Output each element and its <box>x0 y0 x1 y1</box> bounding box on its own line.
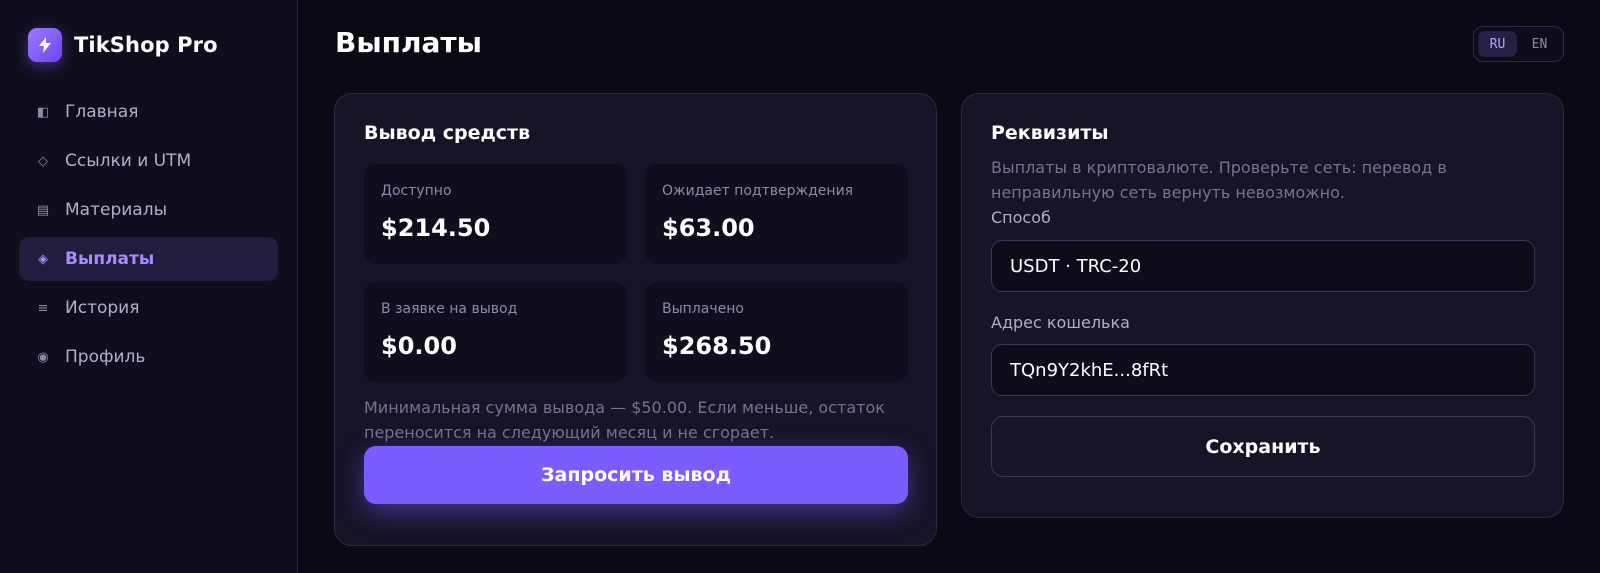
sidebar-item-history[interactable]: ≡ История <box>19 286 278 330</box>
page-title: Выплаты <box>335 26 482 59</box>
sidebar-nav: ◧ Главная ◇ Ссылки и UTM ▤ Материалы ◈ В… <box>19 90 278 384</box>
sidebar-item-payouts[interactable]: ◈ Выплаты <box>19 237 278 281</box>
sidebar-item-label: Материалы <box>65 200 167 220</box>
stat-value: $0.00 <box>381 332 457 360</box>
withdraw-title: Вывод средств <box>364 122 531 144</box>
sidebar-item-label: Выплаты <box>65 249 155 269</box>
withdraw-card: Вывод средств Доступно $214.50 Ожидает п… <box>334 93 937 546</box>
sidebar-item-links-utm[interactable]: ◇ Ссылки и UTM <box>19 139 278 183</box>
wallet-label: Адрес кошелька <box>991 313 1130 332</box>
stat-label: Ожидает подтверждения <box>662 183 854 199</box>
lang-en-button[interactable]: EN <box>1520 31 1559 57</box>
requisites-card: Реквизиты Выплаты в криптовалюте. Провер… <box>961 93 1564 518</box>
stat-value: $214.50 <box>381 214 491 242</box>
stat-pending: Ожидает подтверждения $63.00 <box>645 164 908 264</box>
language-switcher: RU EN <box>1473 26 1564 62</box>
stat-available: Доступно $214.50 <box>364 164 627 264</box>
stat-label: Доступно <box>381 183 452 199</box>
diamond-outline-icon: ◇ <box>38 153 48 169</box>
sidebar-item-label: История <box>65 298 140 318</box>
lightning-icon <box>28 28 62 62</box>
sidebar: TikShop Pro ◧ Главная ◇ Ссылки и UTM ▤ М… <box>0 0 298 573</box>
min-withdraw-note: Минимальная сумма вывода — $50.00. Если … <box>364 398 885 442</box>
stat-value: $63.00 <box>662 214 755 242</box>
stat-paid: Выплачено $268.50 <box>645 282 908 382</box>
method-label: Способ <box>991 208 1051 227</box>
sidebar-item-label: Ссылки и UTM <box>65 151 192 171</box>
save-button[interactable]: Сохранить <box>991 416 1535 477</box>
materials-icon: ▤ <box>36 202 50 218</box>
sidebar-item-materials[interactable]: ▤ Материалы <box>19 188 278 232</box>
sidebar-item-label: Главная <box>65 102 139 122</box>
history-icon: ≡ <box>37 300 49 316</box>
stat-label: В заявке на вывод <box>381 301 518 317</box>
sidebar-item-profile[interactable]: ◉ Профиль <box>19 335 278 379</box>
requisites-description: Выплаты в криптовалюте. Проверьте сеть: … <box>991 158 1447 202</box>
sidebar-item-label: Профиль <box>65 347 146 367</box>
wallet-value: TQn9Y2khE...8fRt <box>1010 359 1169 381</box>
stat-requested: В заявке на вывод $0.00 <box>364 282 627 382</box>
lang-ru-button[interactable]: RU <box>1478 31 1517 57</box>
method-value: USDT · TRC-20 <box>1010 255 1142 277</box>
stat-value: $268.50 <box>662 332 772 360</box>
brand[interactable]: TikShop Pro <box>28 28 218 62</box>
profile-icon: ◉ <box>37 349 49 365</box>
method-field[interactable]: USDT · TRC-20 <box>991 240 1535 292</box>
request-withdraw-button[interactable]: Запросить вывод <box>364 446 908 504</box>
requisites-title: Реквизиты <box>991 122 1109 144</box>
dashboard-icon: ◧ <box>36 104 50 120</box>
sidebar-item-home[interactable]: ◧ Главная <box>19 90 278 134</box>
wallet-address-input[interactable]: TQn9Y2khE...8fRt <box>991 344 1535 396</box>
app-name: TikShop Pro <box>74 33 218 57</box>
payouts-icon: ◈ <box>38 251 48 267</box>
stat-label: Выплачено <box>662 301 744 317</box>
